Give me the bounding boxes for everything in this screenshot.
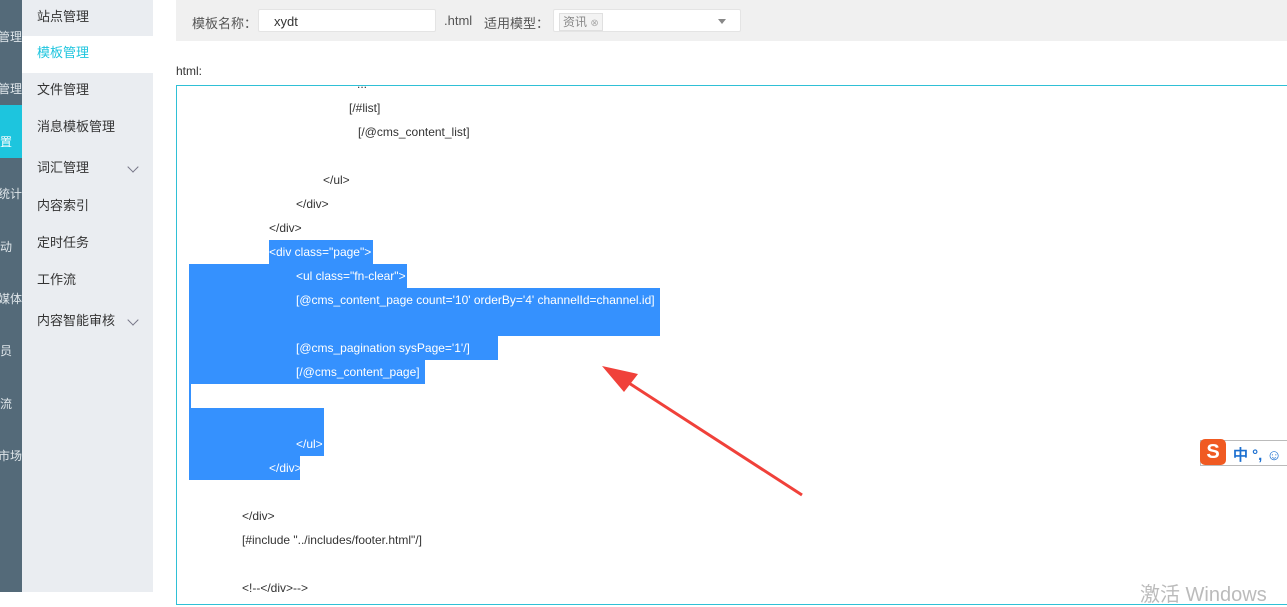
sogou-logo-icon: S — [1200, 439, 1226, 465]
arrow-shaft — [617, 374, 803, 497]
activation-watermark: 激活 Windows — [1140, 584, 1267, 606]
ime-toolbar[interactable]: S 中 °, ☺ — [1200, 439, 1287, 466]
ime-status: 中 °, ☺ — [1233, 447, 1282, 464]
annotation-arrow — [602, 366, 803, 497]
arrow-head — [602, 366, 638, 392]
